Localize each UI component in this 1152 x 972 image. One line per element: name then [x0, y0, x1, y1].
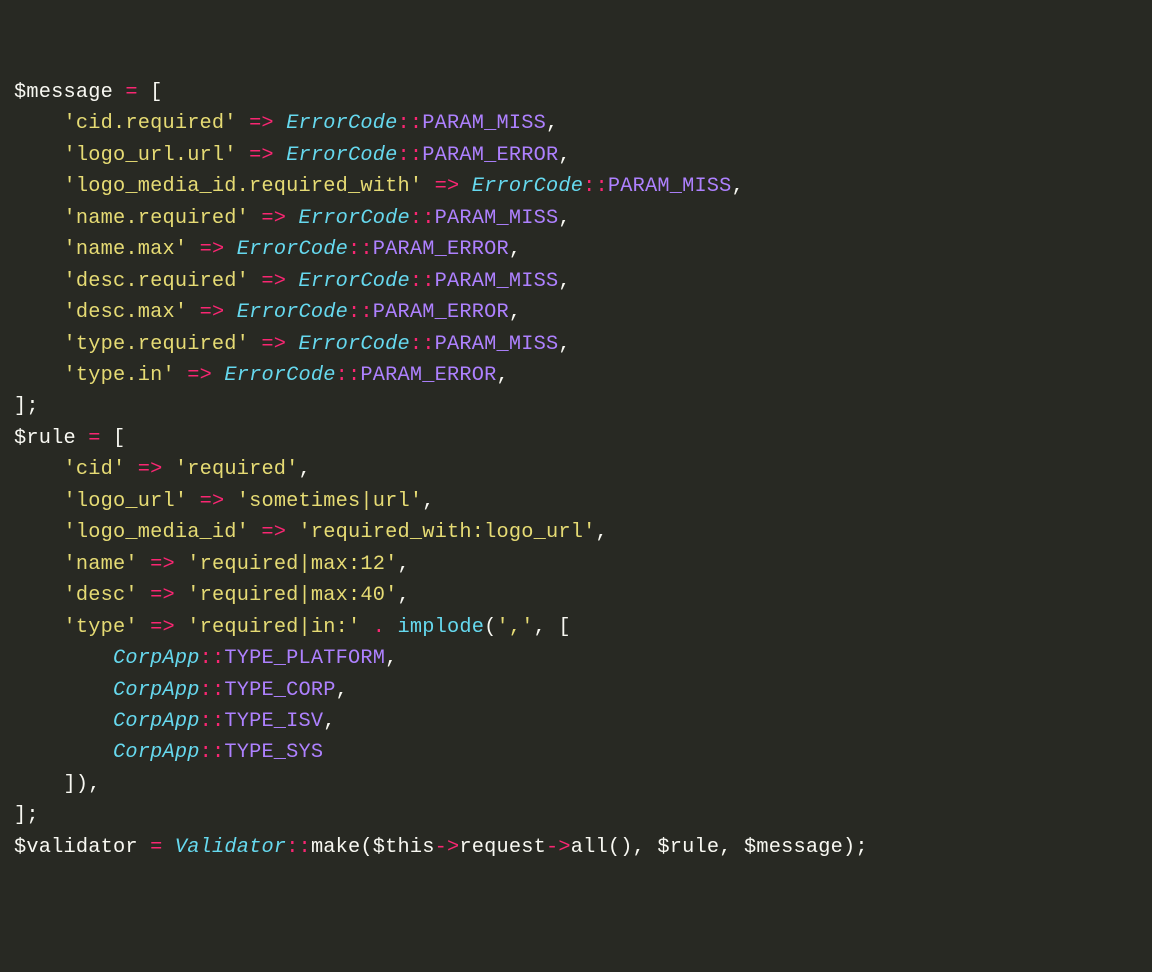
code-block: $message = [ 'cid.required' => ErrorCode…: [14, 77, 1138, 863]
